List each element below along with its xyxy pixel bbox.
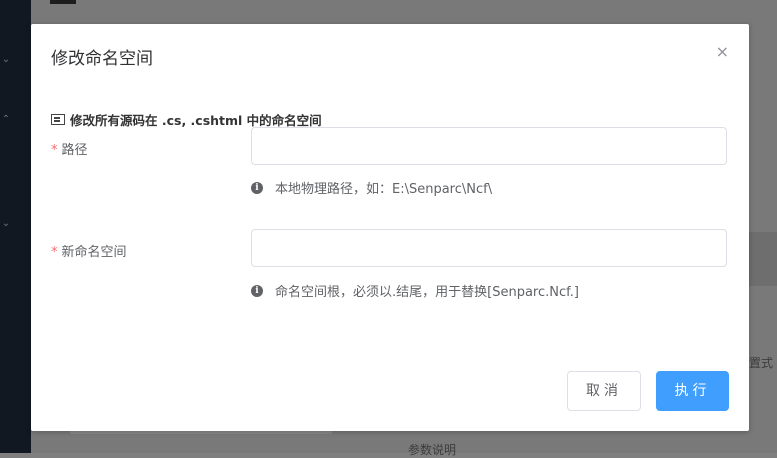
background-text-fragment: 参数说明 [408,443,457,457]
chevron-down-icon[interactable]: ⌄ [0,218,12,229]
info-icon: i [251,284,263,297]
info-icon: i [251,181,263,194]
background-panel [749,232,777,286]
background-text-fragment: 置式 [749,356,774,370]
rename-namespace-dialog: 修改命名空间 × 修改所有源码在 .cs, .cshtml 中的命名空间 * 路径… [31,24,749,431]
chevron-down-icon[interactable]: ⌄ [0,54,12,65]
path-input[interactable] [251,127,727,165]
required-mark: * [51,143,58,158]
required-mark: * [51,245,58,260]
path-hint-text: 本地物理路径，如：E:\Senparc\Ncf\ [275,182,493,197]
execute-button[interactable]: 执行 [656,371,729,411]
sidebar: ⌄ ⌃ ⌄ [0,0,31,453]
close-icon[interactable]: × [716,42,729,61]
namespace-label-text: 新命名空间 [61,245,127,260]
chevron-up-icon[interactable]: ⌃ [0,114,12,125]
path-label-text: 路径 [61,143,88,158]
namespace-hint: i 命名空间根，必须以.结尾，用于替换[Senparc.Ncf.] [251,281,579,300]
namespace-input[interactable] [251,229,727,267]
dialog-title: 修改命名空间 [51,49,153,69]
background-header-block [50,0,76,4]
namespace-label: * 新命名空间 [51,241,127,260]
path-label: * 路径 [51,139,88,158]
list-icon [51,114,65,125]
cancel-button[interactable]: 取消 [567,371,641,411]
path-hint: i 本地物理路径，如：E:\Senparc\Ncf\ [251,178,492,197]
namespace-hint-text: 命名空间根，必须以.结尾，用于替换[Senparc.Ncf.] [275,285,579,300]
